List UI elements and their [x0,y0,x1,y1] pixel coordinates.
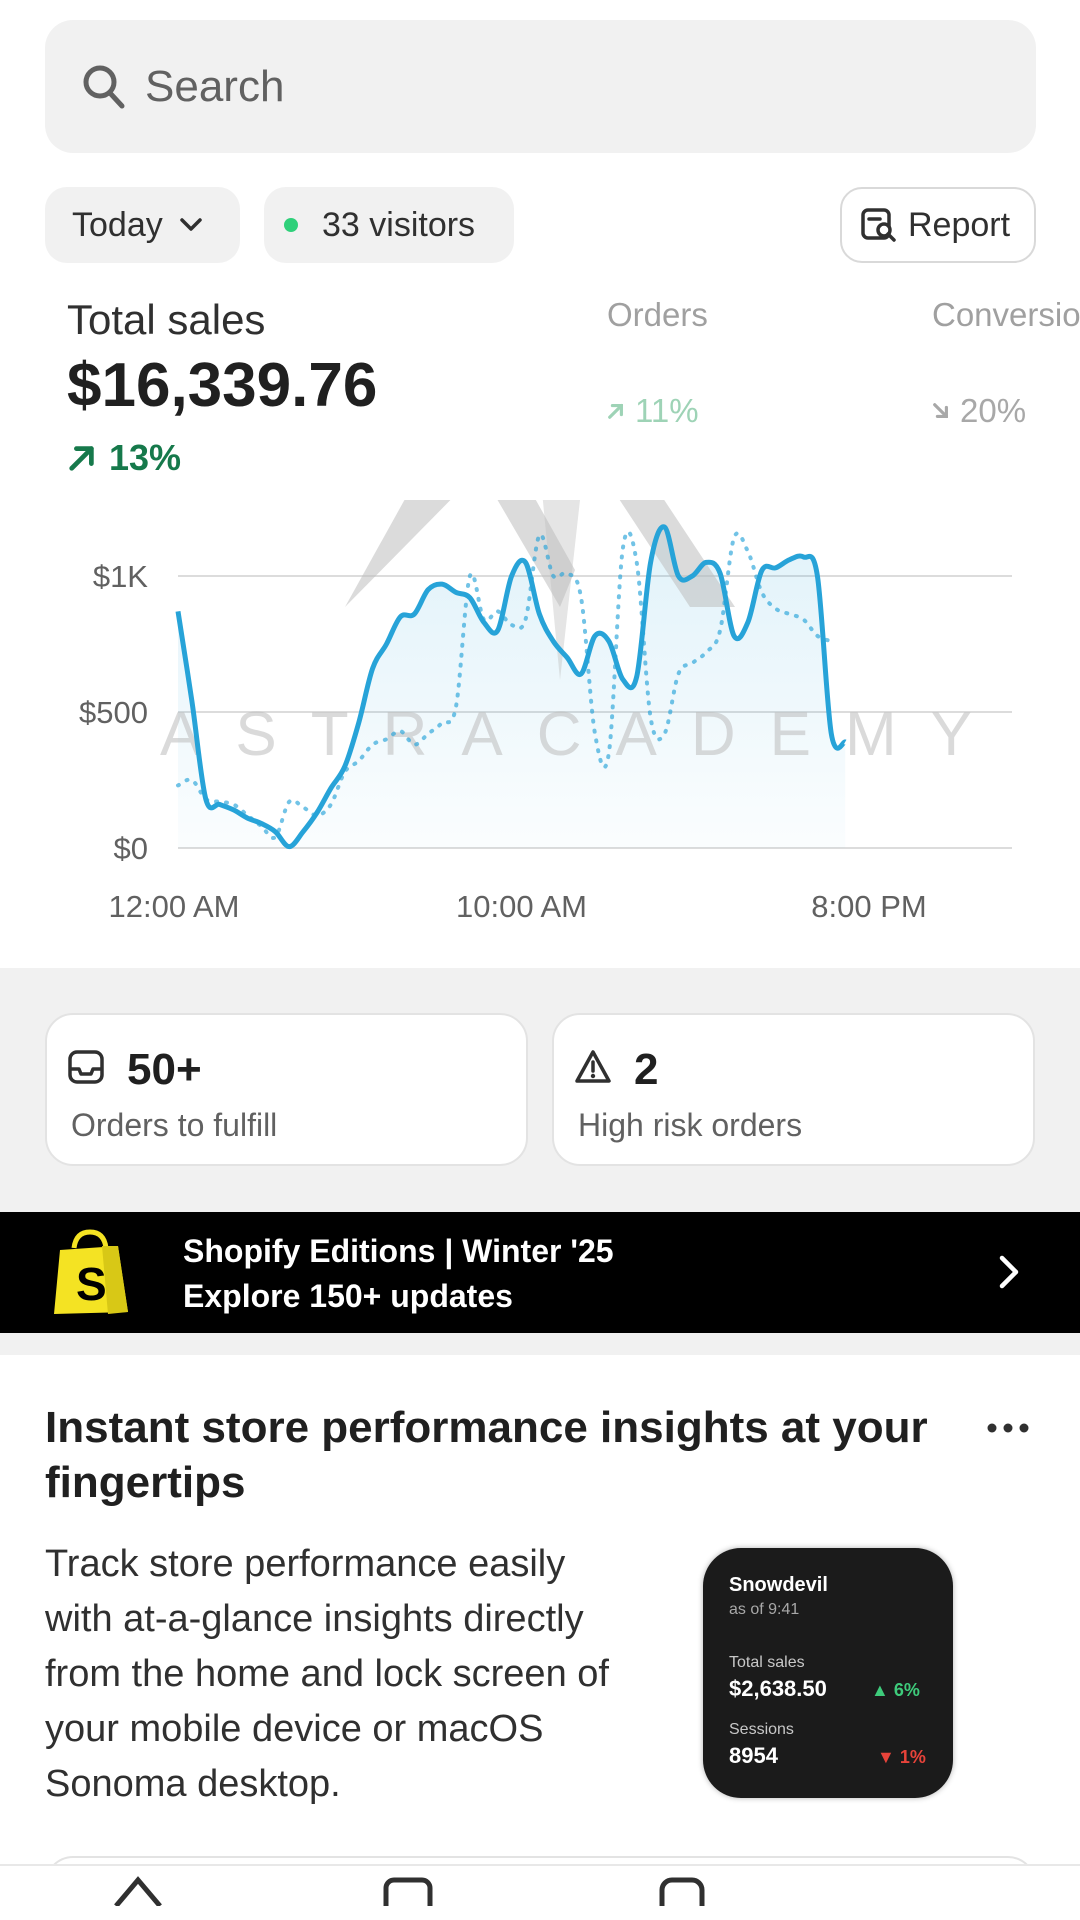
widget-store-name: Snowdevil [729,1574,828,1596]
triangle-down-icon: ▼ [877,1747,895,1767]
orders-to-fulfill-count: 50+ [127,1045,202,1094]
shopify-editions-banner[interactable] [0,1212,1080,1333]
products-icon[interactable] [652,1866,712,1906]
date-range-button[interactable]: Today [45,187,240,263]
orders-icon[interactable] [378,1866,438,1906]
insights-description: Track store performance easily with at-a… [45,1543,609,1805]
visitors-label: 33 visitors [322,205,476,244]
total-sales-value: $16,339.76 [67,351,378,420]
orders-tab-label[interactable]: Orders [607,296,708,334]
conversion-tab-label[interactable]: Conversio [932,296,1080,334]
y-tick-label: $1K [93,559,148,594]
svg-text:S: S [76,1258,107,1310]
watermark: ASTRACADEMY [160,500,1006,769]
high-risk-orders-label: High risk orders [578,1107,803,1143]
widget-sessions-label: Sessions [729,1721,794,1738]
more-options-icon[interactable] [985,1420,1031,1436]
search-bar[interactable]: Search [45,20,1036,153]
report-icon [861,208,896,242]
orders-to-fulfill-label: Orders to fulfill [71,1107,278,1143]
x-tick-label: 10:00 AM [456,889,587,924]
high-risk-orders-count: 2 [634,1045,659,1094]
widget-sales-value: $2,638.50 [729,1676,827,1701]
store-widget-preview: Snowdevil as of 9:41 Total sales $2,638.… [703,1548,953,1798]
orders-to-fulfill-card[interactable]: 50+ Orders to fulfill [45,1013,528,1166]
widget-as-of: as of 9:41 [729,1601,800,1618]
arrow-down-right-icon [933,403,948,418]
chevron-down-icon [179,218,202,231]
widget-sales-label: Total sales [729,1654,805,1671]
arrow-up-right-icon [69,446,94,471]
report-label: Report [908,205,1011,244]
home-icon[interactable] [108,1866,168,1906]
svg-text:ASTRACADEMY: ASTRACADEMY [160,700,1006,769]
conversion-trend: 20% [932,392,1026,430]
bottom-tab-bar [0,1864,1080,1920]
warning-icon [575,1050,611,1083]
insights-title: Instant store performance insights at yo… [45,1403,928,1507]
date-range-label: Today [72,205,163,244]
triangle-up-icon: ▲ [871,1680,889,1700]
arrow-up-right-icon [608,404,623,419]
total-sales-trend: 13% [67,437,181,479]
search-icon [83,65,125,109]
x-tick-label: 12:00 AM [109,889,240,924]
y-tick-label: $0 [114,831,148,866]
widget-sessions-trend: ▼ 1% [877,1747,926,1767]
live-visitors-button[interactable]: 33 visitors [264,187,514,263]
sales-chart[interactable]: ASTRACADEMY $1K $500 $0 12:00 AM 10:00 AM 8:0… [0,500,1080,940]
shopify-bag-icon: S [54,1229,128,1314]
widget-sessions-value: 8954 [729,1743,778,1768]
chevron-right-icon[interactable] [998,1254,1020,1290]
orders-trend: 11% [607,392,699,430]
high-risk-orders-card[interactable]: 2 High risk orders [552,1013,1035,1166]
search-input[interactable]: Search [145,62,284,112]
widget-sales-trend: ▲ 6% [871,1680,920,1700]
inbox-icon [68,1050,104,1084]
live-indicator-dot [284,218,298,232]
banner-title: Shopify Editions | Winter '25 [183,1233,614,1269]
banner-subtitle: Explore 150+ updates [183,1278,513,1314]
total-sales-label[interactable]: Total sales [67,296,265,344]
x-tick-label: 8:00 PM [811,889,926,924]
y-tick-label: $500 [79,695,148,730]
report-button[interactable]: Report [840,187,1036,263]
